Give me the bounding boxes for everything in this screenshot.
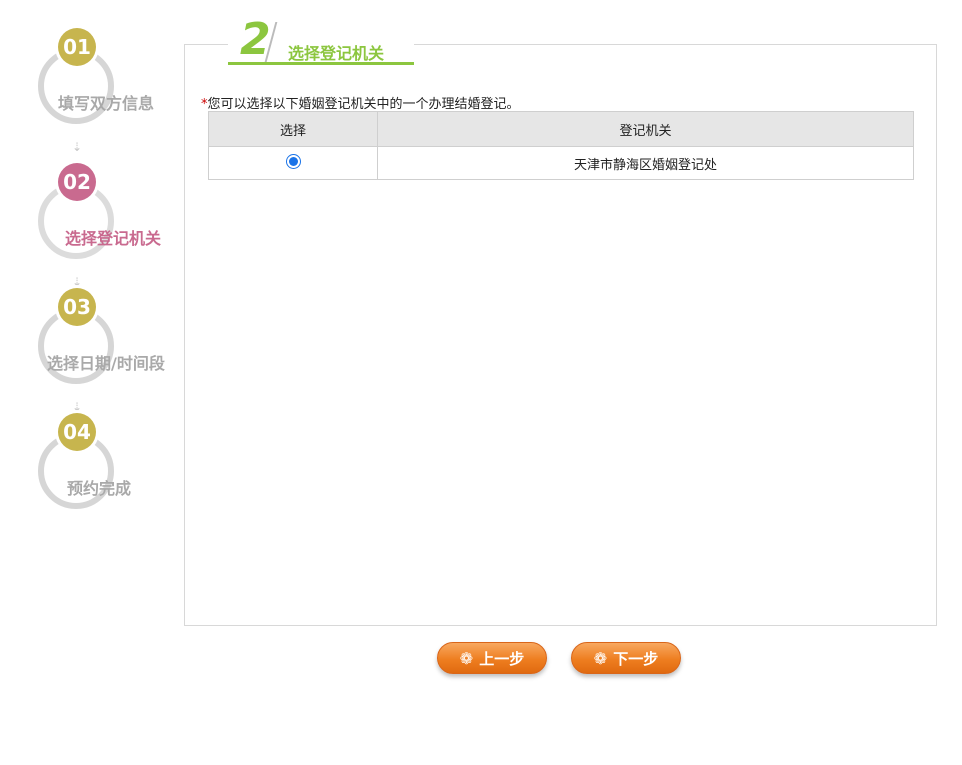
section-title: 选择登记机关 bbox=[288, 44, 385, 63]
prev-step-button[interactable]: ❁ 上一步 bbox=[437, 642, 547, 674]
office-table: 选择 登记机关 天津市静海区婚姻登记处 bbox=[208, 111, 914, 180]
prev-step-label: 上一步 bbox=[479, 649, 525, 668]
table-header-row: 选择 登记机关 bbox=[208, 111, 914, 147]
step-number: 03 bbox=[58, 288, 96, 326]
section-tab: 2 选择登记机关 bbox=[228, 18, 414, 66]
step-indicator: 01 填写双方信息 ⇣ 02 选择登记机关 ⇣ 03 选择日期/时间段 ⇣ 04… bbox=[0, 0, 190, 540]
step-3: 03 选择日期/时间段 ⇣ bbox=[0, 288, 190, 413]
flower-icon: ❁ bbox=[593, 648, 608, 668]
step-number: 01 bbox=[58, 28, 96, 66]
office-name: 天津市静海区婚姻登记处 bbox=[377, 146, 914, 180]
step-number: 02 bbox=[58, 163, 96, 201]
instruction-message: 您可以选择以下婚姻登记机关中的一个办理结婚登记。 bbox=[207, 97, 520, 112]
instruction-text: *您可以选择以下婚姻登记机关中的一个办理结婚登记。 bbox=[201, 93, 520, 112]
header-office: 登记机关 bbox=[377, 111, 914, 147]
down-arrow-icon: ⇣ bbox=[72, 140, 83, 154]
next-step-label: 下一步 bbox=[613, 649, 659, 668]
step-number: 04 bbox=[58, 413, 96, 451]
office-radio[interactable] bbox=[285, 153, 301, 169]
table-row: 天津市静海区婚姻登记处 bbox=[208, 146, 914, 180]
tab-underline bbox=[228, 62, 414, 65]
step-2: 02 选择登记机关 ⇣ bbox=[0, 163, 190, 288]
select-cell bbox=[208, 146, 378, 180]
next-step-button[interactable]: ❁ 下一步 bbox=[571, 642, 681, 674]
step-1: 01 填写双方信息 ⇣ bbox=[0, 28, 190, 153]
header-select: 选择 bbox=[208, 111, 378, 147]
step-4: 04 预约完成 bbox=[0, 413, 190, 523]
flower-icon: ❁ bbox=[459, 648, 474, 668]
